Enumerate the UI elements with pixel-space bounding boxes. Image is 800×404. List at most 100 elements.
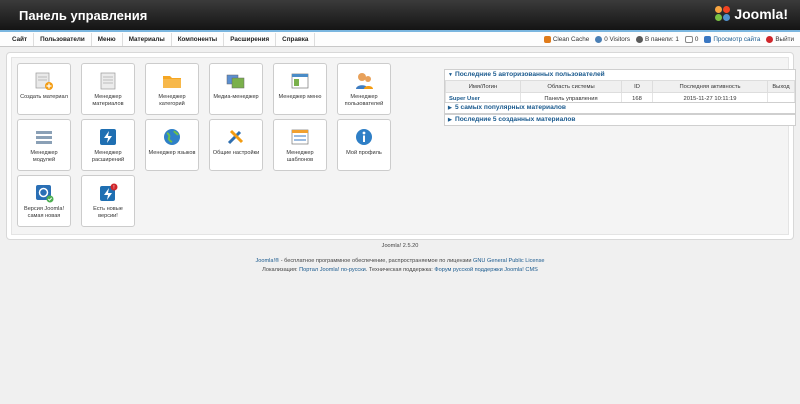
tile-label: Менеджер модулей: [30, 150, 58, 163]
license-text: - бесплатное программное обеспечение, ра…: [279, 258, 474, 264]
clean-cache-label: Clean Cache: [552, 36, 590, 43]
messages-count: 0: [694, 36, 699, 43]
joomla-logo-icon: [715, 6, 731, 22]
cache-icon: [543, 36, 551, 43]
tile-label: Менеджер пользователей: [344, 94, 384, 107]
popular-articles-panel[interactable]: ▶ 5 самых популярных материалов: [444, 102, 796, 114]
info-icon: [356, 129, 372, 145]
menu-item-extensions[interactable]: Расширения: [224, 33, 277, 46]
visitors-status: 0 Visitors: [595, 33, 630, 46]
messages-link[interactable]: 0: [684, 33, 699, 46]
globe-icon: [164, 129, 180, 145]
clean-cache-link[interactable]: Clean Cache: [543, 33, 590, 46]
tile-label: Менеджер материалов: [92, 94, 124, 107]
tile-label: Менеджер категорий: [158, 94, 186, 107]
templates-icon: [291, 129, 309, 145]
logout-label: Выйти: [775, 36, 794, 43]
joomla-link[interactable]: Joomla!®: [255, 258, 279, 264]
logged-users-toggle[interactable]: ▼ Последние 5 авторизованных пользовател…: [445, 70, 795, 80]
tile-user-manager[interactable]: Менеджер пользователей: [337, 63, 391, 115]
header-bar: Панель управления Joomla!: [0, 0, 800, 30]
menu-item-menus[interactable]: Меню: [92, 33, 123, 46]
menu-icon: [291, 73, 309, 89]
col-activity: Последняя активность: [652, 80, 768, 93]
tile-template-manager[interactable]: Менеджер шаблонов: [273, 119, 327, 171]
mail-icon: [684, 36, 693, 43]
localization-label: Локализация:: [262, 267, 300, 273]
popular-articles-title: 5 самых популярных материалов: [455, 104, 566, 111]
col-name: Имя/Логин: [445, 80, 521, 93]
folder-icon: [163, 76, 181, 88]
update-icon: !: [100, 183, 118, 201]
col-logout: Выход: [767, 80, 795, 93]
in-panel-label: В панели: 1: [645, 36, 679, 43]
logo-text: Joomla!: [734, 6, 788, 22]
tile-label: Менеджер меню: [278, 94, 322, 100]
popular-articles-toggle[interactable]: ▶ 5 самых популярных материалов: [445, 103, 795, 113]
tile-extension-manager[interactable]: Менеджер расширений: [81, 119, 135, 171]
latest-articles-title: Последние 5 созданных материалов: [455, 116, 576, 123]
menu-item-users[interactable]: Пользователи: [34, 33, 92, 46]
extensions-icon: [100, 129, 116, 145]
tile-media-manager[interactable]: Медиа-менеджер: [209, 63, 263, 115]
menu-bar: Сайт Пользователи Меню Материалы Компоне…: [0, 30, 800, 47]
logout-link[interactable]: Выйти: [766, 33, 794, 46]
content-panel: Создать материал Менеджер материалов Мен…: [6, 52, 796, 240]
page-title: Панель управления: [19, 8, 148, 23]
admin-users-icon: [636, 36, 643, 43]
joomla-logo[interactable]: Joomla!: [715, 6, 788, 22]
tile-joomla-version[interactable]: Версия Joomla! самая новая: [17, 175, 71, 227]
support-forum-link[interactable]: Форум русской поддержки Joomla! CMS: [434, 267, 537, 273]
tile-menu-manager[interactable]: Менеджер меню: [273, 63, 327, 115]
gpl-link[interactable]: GNU General Public License: [473, 258, 545, 264]
screen-icon: [704, 36, 712, 43]
in-panel-status: В панели: 1: [636, 33, 679, 46]
add-article-icon: [35, 72, 53, 90]
russian-portal-link[interactable]: Портал Joomla! по-русски: [299, 267, 366, 273]
tile-add-article[interactable]: Создать материал: [17, 63, 71, 115]
tile-label: Медиа-менеджер: [213, 94, 259, 100]
col-id: ID: [621, 80, 653, 93]
view-site-label: Просмотр сайта: [713, 36, 761, 43]
main-menu: Сайт Пользователи Меню Материалы Компоне…: [6, 33, 316, 46]
menu-item-components[interactable]: Компоненты: [172, 33, 225, 46]
latest-articles-panel[interactable]: ▶ Последние 5 созданных материалов: [444, 114, 796, 126]
cpanel-area: Создать материал Менеджер материалов Мен…: [11, 57, 796, 235]
col-area: Область системы: [520, 80, 622, 93]
visitors-icon: [595, 36, 603, 43]
tile-new-versions[interactable]: ! Есть новые версии!: [81, 175, 135, 227]
tile-label: Создать материал: [20, 94, 68, 100]
modules-icon: [36, 131, 52, 144]
svg-text:!: !: [113, 185, 114, 191]
users-icon: [356, 73, 373, 89]
chevron-right-icon: ▶: [448, 117, 452, 123]
media-icon: [226, 74, 245, 89]
tile-article-manager[interactable]: Менеджер материалов: [81, 63, 135, 115]
footer-license: Joomla!® - бесплатное программное обеспе…: [0, 258, 800, 264]
menu-item-help[interactable]: Справка: [276, 33, 316, 46]
tile-my-profile[interactable]: Мой профиль: [337, 119, 391, 171]
tile-label: Менеджер расширений: [91, 150, 125, 163]
tile-language-manager[interactable]: Менеджер языков: [145, 119, 199, 171]
version-text: Joomla! 2.5.20: [381, 243, 419, 249]
status-bar: Clean Cache 0 Visitors В панели: 1 0 Про…: [543, 33, 794, 46]
visitors-label: 0 Visitors: [604, 36, 630, 43]
latest-articles-toggle[interactable]: ▶ Последние 5 созданных материалов: [445, 115, 795, 125]
logged-users-title: Последние 5 авторизованных пользователей: [455, 71, 605, 78]
joomla-ok-icon: [36, 185, 54, 203]
menu-item-site[interactable]: Сайт: [6, 33, 35, 46]
tile-global-config[interactable]: Общие настройки: [209, 119, 263, 171]
tile-label: Менеджер языков: [148, 150, 196, 156]
chevron-right-icon: ▶: [448, 105, 452, 111]
tile-category-manager[interactable]: Менеджер категорий: [145, 63, 199, 115]
tools-icon: [227, 129, 244, 145]
table-header: Имя/Логин Область системы ID Последняя а…: [445, 80, 795, 93]
chevron-down-icon: ▼: [448, 72, 453, 78]
tile-module-manager[interactable]: Менеджер модулей: [17, 119, 71, 171]
tile-label: Есть новые версии!: [93, 206, 123, 219]
tile-label: Мой профиль: [346, 150, 382, 156]
view-site-link[interactable]: Просмотр сайта: [704, 33, 760, 46]
support-label: . Техническая поддержка:: [365, 267, 435, 273]
articles-icon: [100, 72, 116, 90]
menu-item-content[interactable]: Материалы: [123, 33, 172, 46]
